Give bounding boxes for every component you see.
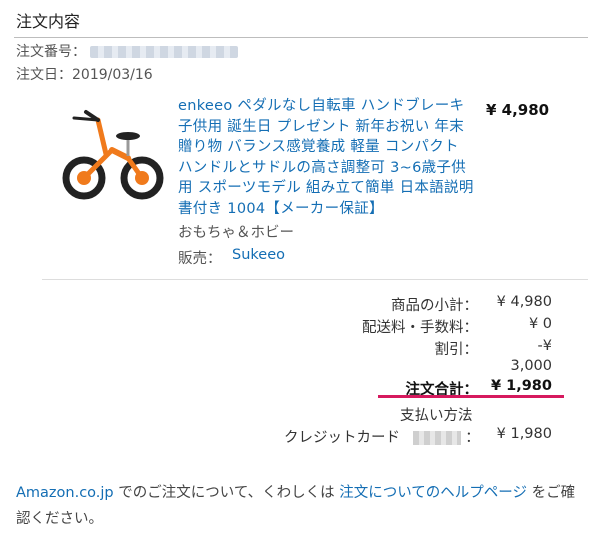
order-total-value: ¥ 1,980: [490, 378, 552, 394]
divider: [42, 279, 588, 280]
card-amount: ¥ 1,980: [496, 426, 552, 442]
card-number-redacted: [412, 431, 461, 445]
discount-label: 割引：: [434, 342, 479, 358]
subtotal-value: ¥ 4,980: [496, 294, 552, 310]
total-underline: [378, 395, 564, 398]
seller-link[interactable]: Sukeeo: [232, 247, 285, 263]
shipping-label: 配送料・手数料：: [362, 320, 478, 336]
order-number-redacted: [90, 46, 239, 58]
shipping-value: ¥ 0: [528, 316, 552, 332]
order-date-row: 注文日：2019/03/16: [16, 64, 153, 84]
payment-card-row: クレジットカード ：: [284, 426, 480, 447]
discount-value-sign: -¥: [537, 338, 552, 354]
product-image[interactable]: [62, 98, 164, 204]
help-note-text-1: でのご注文について、くわしくは: [113, 485, 340, 501]
help-page-link[interactable]: 注文についてのヘルプページ: [339, 485, 527, 501]
product-price: ¥ 4,980: [486, 101, 550, 119]
payment-method-label: 支払い方法: [400, 408, 473, 424]
order-date-value: 2019/03/16: [72, 67, 153, 83]
amazon-link[interactable]: Amazon.co.jp: [16, 485, 114, 501]
discount-value: 3,000: [510, 358, 552, 374]
order-number-row: 注文番号：: [16, 41, 239, 61]
help-note: Amazon.co.jp でのご注文について、くわしくは 注文についてのヘルプペ…: [16, 480, 586, 532]
section-title: 注文内容: [16, 12, 81, 31]
subtotal-label: 商品の小計：: [391, 298, 478, 314]
card-label: クレジットカード: [284, 430, 400, 446]
divider: [14, 37, 588, 38]
card-colon: ：: [465, 430, 480, 446]
product-category: おもちゃ＆ホビー: [178, 225, 294, 241]
balance-bike-icon: [62, 110, 164, 200]
order-date-label: 注文日：: [16, 67, 72, 83]
seller-label: 販売：: [178, 251, 222, 267]
product-title-link[interactable]: enkeeo ペダルなし自転車 ハンドブレーキ子供用 誕生日 プレゼント 新年お…: [178, 96, 478, 219]
order-number-label: 注文番号：: [16, 44, 86, 60]
